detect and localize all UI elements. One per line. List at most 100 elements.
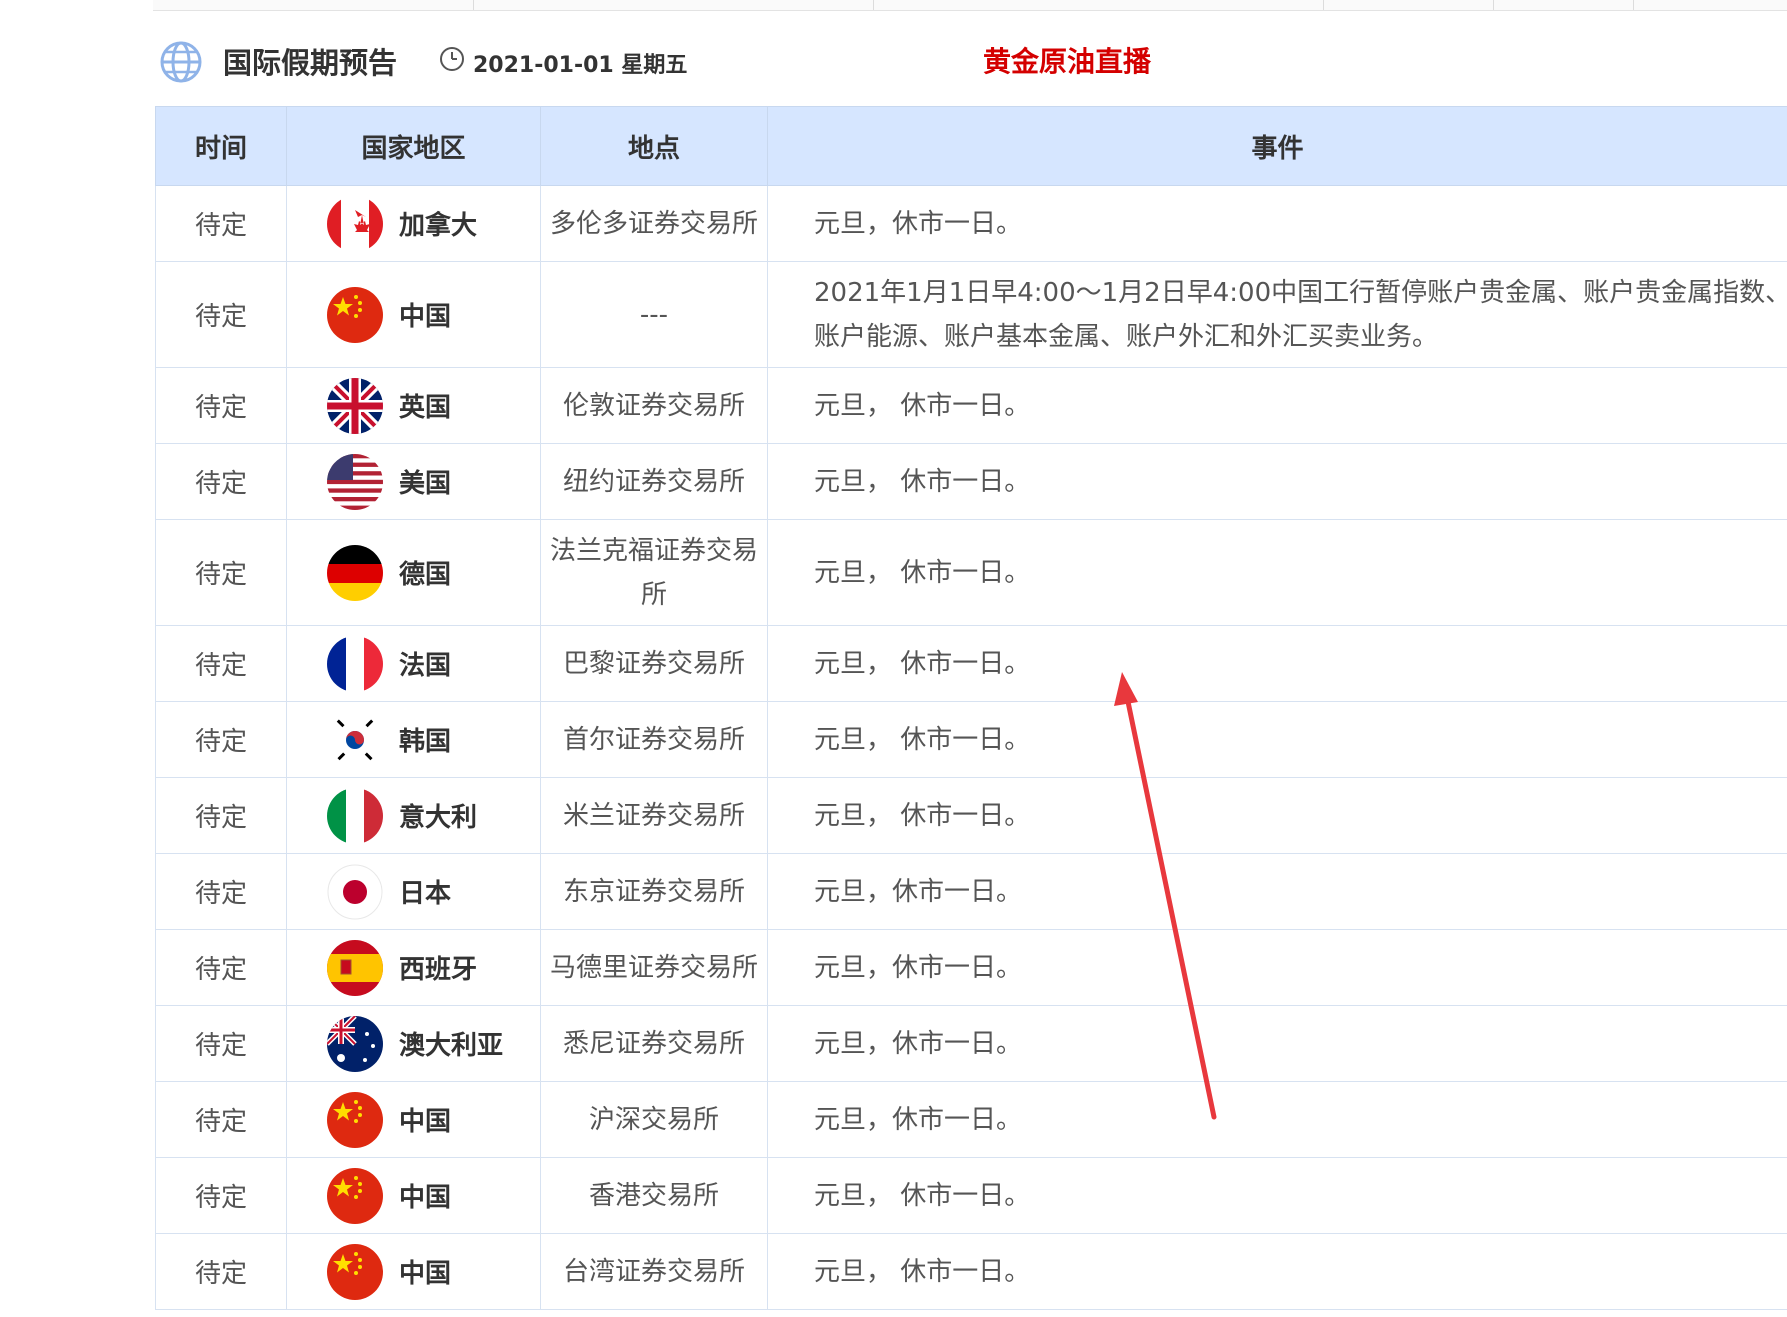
time-cell: 待定 — [155, 701, 287, 778]
event-cell: 元旦， 休市一日。 — [767, 443, 1787, 520]
place-cell: 纽约证券交易所 — [540, 443, 768, 520]
place-cell: 悉尼证券交易所 — [540, 1005, 768, 1082]
place-cell: 伦敦证券交易所 — [540, 367, 768, 444]
canada-flag-icon — [327, 195, 383, 252]
clock-icon — [440, 47, 464, 71]
event-cell: 元旦， 休市一日。 — [767, 625, 1787, 702]
country-name: 中国 — [399, 1107, 452, 1137]
country-name: 中国 — [399, 1259, 452, 1289]
event-text: 元旦， 休市一日。 — [814, 724, 1031, 755]
country-cell: 加拿大 — [286, 185, 541, 262]
event-text: 元旦， 休市一日。 — [814, 1256, 1031, 1287]
column-header-place: 地点 — [540, 106, 768, 186]
table-header-row: 时间 国家地区 地点 事件 — [155, 106, 1787, 186]
event-cell: 元旦， 休市一日。 — [767, 367, 1787, 444]
table-row: 待定 中国 台湾证券交易所 元旦， 休市一日。 — [155, 1233, 1787, 1310]
time-cell: 待定 — [155, 929, 287, 1006]
table-row: 待定 英国 伦敦证券交易所 元旦， 休市一日。 — [155, 367, 1787, 444]
time-cell: 待定 — [155, 443, 287, 520]
table-row: 待定 中国 香港交易所 元旦， 休市一日。 — [155, 1157, 1787, 1234]
country-cell: 西班牙 — [286, 929, 541, 1006]
page-title: 国际假期预告 — [223, 46, 398, 80]
country-name: 法国 — [399, 651, 452, 681]
event-text: 元旦，休市一日。 — [814, 1028, 1023, 1059]
country-name: 澳大利亚 — [399, 1031, 504, 1061]
country-name: 中国 — [399, 1183, 452, 1213]
time-cell: 待定 — [155, 853, 287, 930]
italy-flag-icon — [327, 787, 383, 844]
column-header-country: 国家地区 — [286, 106, 541, 186]
country-name: 中国 — [399, 302, 452, 332]
column-header-time: 时间 — [155, 106, 287, 186]
column-header-event: 事件 — [767, 106, 1787, 186]
holiday-table: 时间 国家地区 地点 事件 待定 加拿大 多伦多证券交易所 元旦，休市一日。 待定 中国 -… — [155, 106, 1787, 1310]
event-cell: 元旦， 休市一日。 — [767, 519, 1787, 626]
country-cell: 中国 — [286, 1157, 541, 1234]
country-name: 德国 — [399, 560, 452, 590]
strip-divider — [1323, 0, 1324, 10]
table-row: 待定 中国 --- 2021年1月1日早4:00～1月2日早4:00中国工行暂停账户贵… — [155, 261, 1787, 368]
country-cell: 英国 — [286, 367, 541, 444]
gold-oil-live-link[interactable]: 黄金原油直播 — [983, 40, 1151, 80]
event-cell: 元旦，休市一日。 — [767, 1005, 1787, 1082]
event-text: 元旦， 休市一日。 — [814, 1180, 1031, 1211]
table-row: 待定 法国 巴黎证券交易所 元旦， 休市一日。 — [155, 625, 1787, 702]
strip-divider — [873, 0, 874, 10]
germany-flag-icon — [327, 544, 383, 601]
event-cell: 元旦， 休市一日。 — [767, 701, 1787, 778]
place-cell: 多伦多证券交易所 — [540, 185, 768, 262]
country-cell: 美国 — [286, 443, 541, 520]
event-cell: 元旦，休市一日。 — [767, 1081, 1787, 1158]
table-row: 待定 澳大利亚 悉尼证券交易所 元旦，休市一日。 — [155, 1005, 1787, 1082]
country-cell: 韩国 — [286, 701, 541, 778]
place-cell: 香港交易所 — [540, 1157, 768, 1234]
country-name: 美国 — [399, 469, 452, 499]
country-cell: 德国 — [286, 519, 541, 626]
country-name: 韩国 — [399, 727, 452, 757]
place-cell: 台湾证券交易所 — [540, 1233, 768, 1310]
time-cell: 待定 — [155, 1157, 287, 1234]
uk-flag-icon — [327, 377, 383, 434]
china-flag-icon — [327, 286, 383, 343]
country-name: 意大利 — [399, 803, 478, 833]
france-flag-icon — [327, 635, 383, 692]
table-row: 待定 德国 法兰克福证券交易所 元旦， 休市一日。 — [155, 519, 1787, 626]
country-name: 西班牙 — [399, 955, 478, 985]
time-cell: 待定 — [155, 519, 287, 626]
place-cell: 米兰证券交易所 — [540, 777, 768, 854]
country-name: 英国 — [399, 393, 452, 423]
globe-icon — [160, 41, 202, 83]
country-name: 日本 — [399, 879, 452, 909]
country-cell: 中国 — [286, 261, 541, 368]
event-text: 元旦，休市一日。 — [814, 1104, 1023, 1135]
event-text: 元旦， 休市一日。 — [814, 648, 1031, 679]
table-row: 待定 中国 沪深交易所 元旦，休市一日。 — [155, 1081, 1787, 1158]
table-row: 待定 意大利 米兰证券交易所 元旦， 休市一日。 — [155, 777, 1787, 854]
time-cell: 待定 — [155, 1081, 287, 1158]
place-cell: 法兰克福证券交易所 — [540, 519, 768, 626]
event-text: 元旦，休市一日。 — [814, 208, 1023, 239]
time-cell: 待定 — [155, 185, 287, 262]
strip-divider — [1493, 0, 1494, 10]
place-cell: 沪深交易所 — [540, 1081, 768, 1158]
event-cell: 元旦，休市一日。 — [767, 853, 1787, 930]
country-cell: 意大利 — [286, 777, 541, 854]
place-cell: 首尔证券交易所 — [540, 701, 768, 778]
holiday-header: 国际假期预告 2021-01-01 星期五 黄金原油直播 — [155, 36, 1787, 84]
china-flag-icon — [327, 1167, 383, 1224]
china-flag-icon — [327, 1243, 383, 1300]
time-cell: 待定 — [155, 1005, 287, 1082]
event-text: 元旦， 休市一日。 — [814, 557, 1031, 588]
strip-divider — [473, 0, 474, 10]
australia-flag-icon — [327, 1015, 383, 1072]
place-cell: --- — [540, 261, 768, 368]
country-cell: 日本 — [286, 853, 541, 930]
time-cell: 待定 — [155, 1233, 287, 1310]
time-cell: 待定 — [155, 261, 287, 368]
table-row: 待定 日本 东京证券交易所 元旦，休市一日。 — [155, 853, 1787, 930]
event-cell: 元旦，休市一日。 — [767, 185, 1787, 262]
strip-divider — [1633, 0, 1634, 10]
event-cell: 元旦， 休市一日。 — [767, 1157, 1787, 1234]
event-text: 元旦， 休市一日。 — [814, 466, 1031, 497]
event-cell: 元旦， 休市一日。 — [767, 1233, 1787, 1310]
